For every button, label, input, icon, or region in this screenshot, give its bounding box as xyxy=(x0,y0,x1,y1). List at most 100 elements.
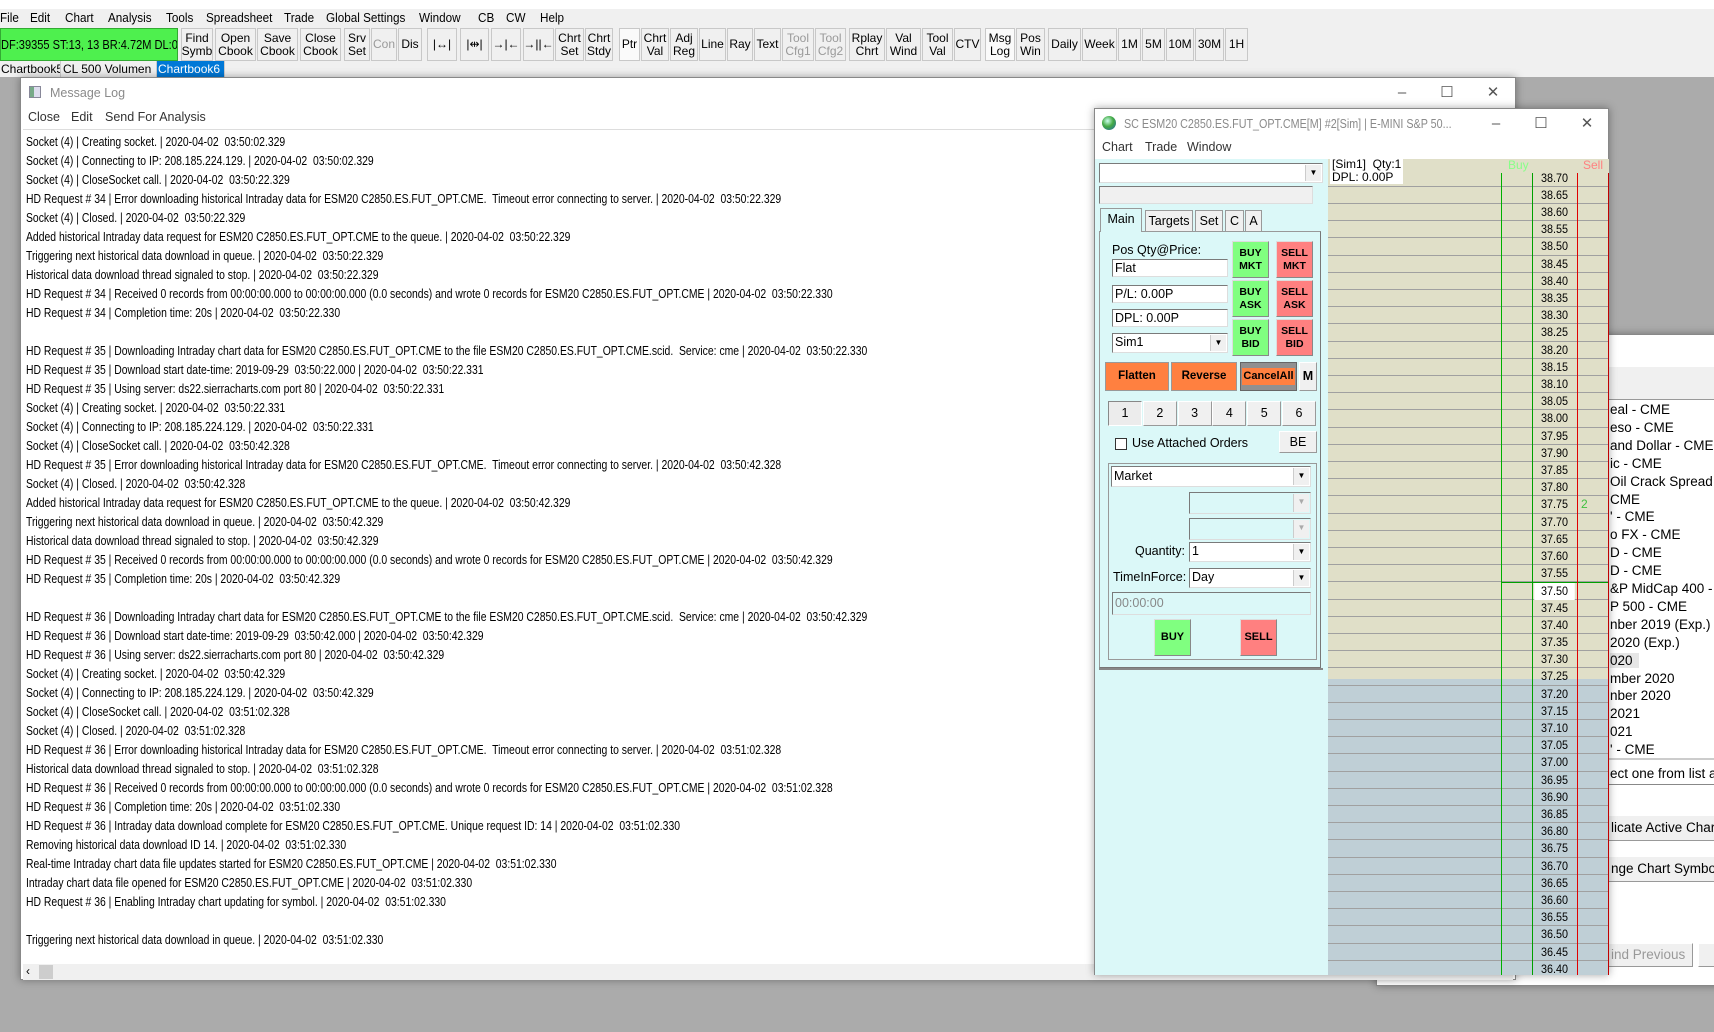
tab-c[interactable]: C xyxy=(1225,210,1244,231)
menu-global-settings[interactable]: Global Settings xyxy=(326,10,405,25)
ladder-row[interactable]: 36.40 xyxy=(1328,961,1609,975)
price-cell[interactable]: 36.40 xyxy=(1534,961,1575,975)
log-menu-send-for-analysis[interactable]: Send For Analysis xyxy=(105,110,206,124)
ladder-row[interactable]: 38.55 xyxy=(1328,221,1609,239)
menu-trade[interactable]: Trade xyxy=(284,10,314,25)
qty-preset-3[interactable]: 3 xyxy=(1177,401,1212,426)
price-cell[interactable]: 37.60 xyxy=(1534,548,1575,565)
symbol-list-item[interactable]: 2021 xyxy=(1610,706,1640,721)
price-cell[interactable]: 37.15 xyxy=(1534,703,1575,720)
ladder-row[interactable]: 38.40 xyxy=(1328,273,1609,290)
symbol-list-item[interactable]: ic - CME xyxy=(1610,456,1662,471)
symbol-list-item[interactable]: eal - CME xyxy=(1610,402,1670,417)
ladder-row[interactable]: 36.55 xyxy=(1328,909,1609,927)
ladder-row[interactable]: 36.60 xyxy=(1328,892,1609,910)
scrollbar-thumb[interactable] xyxy=(39,965,53,979)
ladder-row[interactable]: 36.45 xyxy=(1328,944,1609,961)
ladder-row[interactable]: 36.95 xyxy=(1328,772,1609,789)
price-cell[interactable]: 37.10 xyxy=(1534,720,1575,737)
save-cbook-button[interactable]: Save Cbook xyxy=(257,28,298,61)
chart-menu-trade[interactable]: Trade xyxy=(1145,140,1177,154)
symbol-list-item[interactable]: and Dollar - CME xyxy=(1610,438,1714,453)
text-button[interactable]: Text xyxy=(754,28,781,61)
symbol-list-item[interactable]: 020 xyxy=(1610,652,1639,668)
chartbook-tab[interactable]: Chartbook5 xyxy=(0,61,61,77)
quantity-combo[interactable]: 1 ▼ xyxy=(1189,542,1311,562)
symbol-list-item[interactable]: D - CME xyxy=(1610,563,1662,578)
ladder-row[interactable]: 36.75 xyxy=(1328,840,1609,858)
ladder-row[interactable]: 37.40 xyxy=(1328,617,1609,634)
1m-button[interactable]: 1M xyxy=(1118,28,1141,61)
symbol-list-item[interactable]: P 500 - CME xyxy=(1610,599,1687,614)
symbol-list-item[interactable]: 021 xyxy=(1610,724,1633,739)
flatten-button[interactable]: Flatten xyxy=(1105,362,1169,391)
sell-bid-button[interactable]: SELL BID xyxy=(1276,319,1313,356)
price-cell[interactable]: 36.45 xyxy=(1534,944,1575,961)
connection-status[interactable]: DF:39355 ST:13, 13 BR:4.72M DL:0 xyxy=(0,28,178,61)
ladder-row[interactable]: 37.05 xyxy=(1328,737,1609,755)
ladder-row[interactable]: 37.15 xyxy=(1328,703,1609,720)
qty-preset-1[interactable]: 1 xyxy=(1108,401,1142,426)
5m-button[interactable]: 5M xyxy=(1142,28,1165,61)
rplay-chrt-button[interactable]: Rplay Chrt xyxy=(849,28,885,61)
ladder-row[interactable]: 37.00 xyxy=(1328,754,1609,772)
srv-set-button[interactable]: Srv Set xyxy=(344,28,370,61)
qty-preset-6[interactable]: 6 xyxy=(1282,401,1316,426)
buy-button[interactable]: BUY xyxy=(1154,619,1191,656)
expand-bars-button[interactable]: |⇹| xyxy=(460,28,489,61)
price-cell[interactable]: 36.95 xyxy=(1534,772,1575,789)
tab-set[interactable]: Set xyxy=(1195,210,1223,231)
compress-bars-button[interactable]: →||← xyxy=(523,28,554,61)
price-cell[interactable]: 36.85 xyxy=(1534,806,1575,823)
price-cell[interactable]: 37.90 xyxy=(1534,445,1575,462)
tool-val-button[interactable]: Tool Val xyxy=(922,28,953,61)
chart-window-titlebar[interactable]: SC ESM20 C2850.ES.FUT_OPT.CME[M] #2[Sim]… xyxy=(1095,109,1608,139)
price-cell[interactable]: 37.40 xyxy=(1534,617,1575,634)
symbol-list-item[interactable]: &P MidCap 400 - C xyxy=(1610,581,1714,596)
price-cell[interactable]: 36.50 xyxy=(1534,926,1575,943)
price-cell[interactable]: 37.70 xyxy=(1534,514,1575,531)
open-cbook-button[interactable]: Open Cbook xyxy=(215,28,256,61)
close-cbook-button[interactable]: Close Cbook xyxy=(300,28,341,61)
price-cell[interactable]: 37.95 xyxy=(1534,428,1575,445)
price-cell[interactable]: 36.70 xyxy=(1534,858,1575,875)
qty-preset-5[interactable]: 5 xyxy=(1247,401,1282,426)
price-cell[interactable]: 38.15 xyxy=(1534,359,1575,376)
menu-cb[interactable]: CB xyxy=(478,10,494,25)
ladder-row[interactable]: 37.90 xyxy=(1328,445,1609,462)
reverse-button[interactable]: Reverse xyxy=(1171,362,1237,391)
chrt-set-button[interactable]: Chrt Set xyxy=(555,28,584,61)
ladder-row[interactable]: 37.75 2 xyxy=(1328,496,1609,514)
ladder-row[interactable]: 37.65 xyxy=(1328,531,1609,548)
ladder-row[interactable]: 37.55 xyxy=(1328,565,1609,583)
account-combo[interactable]: Sim1 ▼ xyxy=(1112,333,1228,353)
price-cell[interactable]: 38.05 xyxy=(1534,393,1575,410)
price-cell[interactable]: 38.30 xyxy=(1534,307,1575,324)
pos-win-button[interactable]: Pos Win xyxy=(1016,28,1045,61)
log-menu-edit[interactable]: Edit xyxy=(71,110,93,124)
price-cell[interactable]: 37.25 xyxy=(1534,668,1575,685)
price-cell[interactable]: 37.35 xyxy=(1534,634,1575,651)
price-cell[interactable]: 37.30 xyxy=(1534,651,1575,668)
use-attached-orders-checkbox[interactable] xyxy=(1115,438,1127,450)
1h-button[interactable]: 1H xyxy=(1225,28,1248,61)
daily-button[interactable]: Daily xyxy=(1048,28,1081,61)
msg-log-button[interactable]: Msg Log xyxy=(985,28,1015,61)
symbol-list-item[interactable]: D - CME xyxy=(1610,545,1662,560)
symbol-list-item[interactable]: o FX - CME xyxy=(1610,527,1681,542)
menu-chart[interactable]: Chart xyxy=(65,10,94,25)
tab-a[interactable]: A xyxy=(1245,210,1262,231)
cancel-all-button[interactable]: CancelAll xyxy=(1240,362,1297,391)
price-cell[interactable]: 37.50 xyxy=(1534,582,1575,600)
ladder-row[interactable]: 37.50 xyxy=(1328,582,1609,600)
price-cell[interactable]: 37.75 xyxy=(1534,496,1575,513)
menu-help[interactable]: Help xyxy=(540,10,564,25)
price-cell[interactable]: 38.65 xyxy=(1534,187,1575,204)
symbol-list-item[interactable]: mber 2020 xyxy=(1610,671,1675,686)
ladder-row[interactable]: 36.70 xyxy=(1328,858,1609,875)
ladder-row[interactable]: 38.15 xyxy=(1328,359,1609,376)
symbol-list-item[interactable]: CME xyxy=(1610,492,1640,507)
breakeven-button[interactable]: BE xyxy=(1279,431,1317,453)
dropdown-arrow-icon[interactable]: ▼ xyxy=(1293,570,1309,586)
dis-button[interactable]: Dis xyxy=(398,28,422,61)
